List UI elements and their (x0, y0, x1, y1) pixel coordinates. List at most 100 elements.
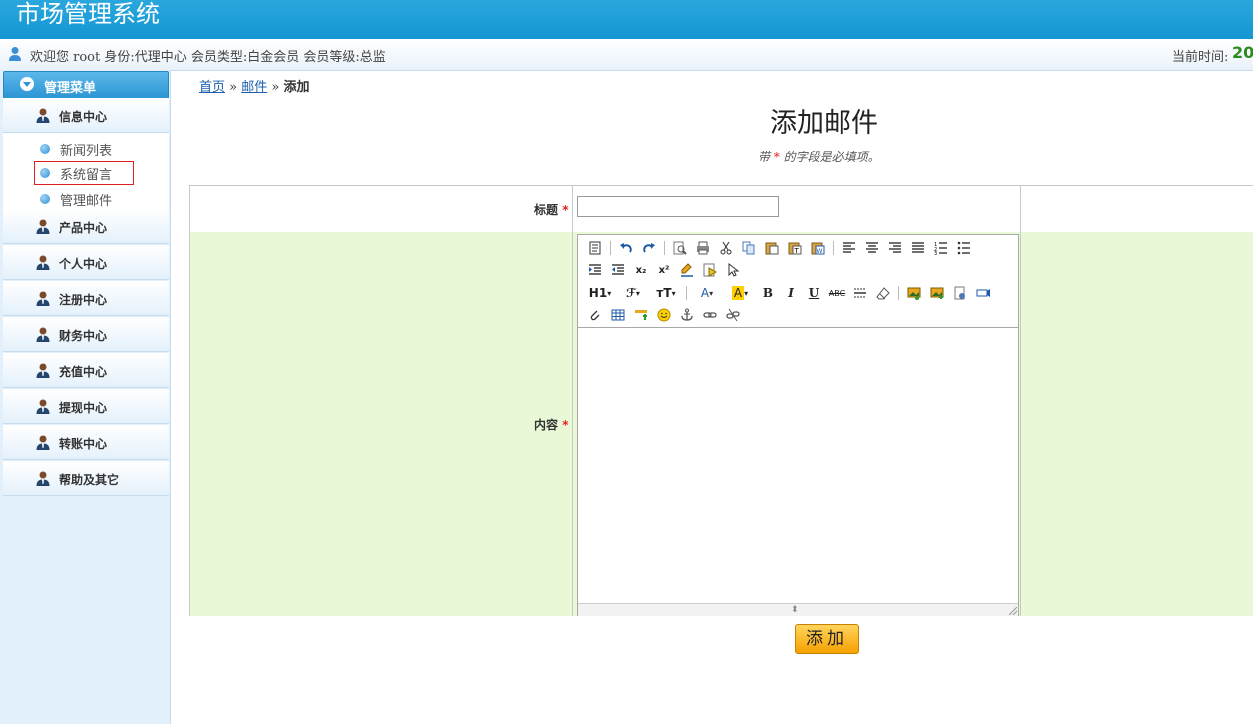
toolbar-separator (686, 286, 687, 300)
editor-resize-bar[interactable]: ⬍ (578, 603, 1018, 616)
user-icon (36, 108, 50, 123)
insert-row-icon[interactable] (632, 306, 650, 324)
dropdown-arrow-icon: ▾ (671, 288, 676, 298)
print-icon[interactable] (694, 239, 712, 257)
svg-text:T: T (794, 247, 800, 255)
welcome-text: 欢迎您 root 身份:代理中心 会员类型:白金会员 会员等级:总监 (30, 50, 386, 65)
toolbar-row (586, 304, 747, 326)
menu-header[interactable]: 管理菜单 (3, 71, 169, 99)
underline-icon[interactable]: U (805, 284, 823, 302)
user-icon (36, 255, 50, 270)
undo-icon[interactable] (617, 239, 635, 257)
submenu-item-label: 新闻列表 (60, 144, 113, 159)
preview-icon[interactable] (671, 239, 689, 257)
breadcrumb-mail-link[interactable]: 邮件 (241, 80, 267, 95)
font-dropdown[interactable]: ℱ ▾ (619, 284, 647, 302)
column-divider (1020, 186, 1021, 616)
sidebar-category-product[interactable]: 产品中心 (3, 209, 169, 244)
redo-icon[interactable] (640, 239, 658, 257)
flash-icon[interactable] (951, 284, 969, 302)
link-icon[interactable] (701, 306, 719, 324)
app-title: 市场管理系统 (16, 0, 160, 28)
cursor-icon[interactable] (724, 261, 742, 279)
paste-word-icon[interactable]: W (809, 239, 827, 257)
submenu-item-label: 管理邮件 (60, 194, 113, 209)
sidebar-category-label: 产品中心 (59, 221, 108, 235)
copy-icon[interactable] (740, 239, 758, 257)
highlight-color-label: A (731, 286, 745, 300)
hint-prefix: 带 (758, 150, 771, 164)
ordered-list-icon[interactable]: 123 (932, 239, 950, 257)
breadcrumb-current: 添加 (283, 80, 310, 95)
table-icon[interactable] (609, 306, 627, 324)
select-all-icon[interactable] (701, 261, 719, 279)
sidebar-category-info[interactable]: 信息中心 (3, 98, 169, 133)
subscript-icon[interactable]: x₂ (632, 261, 650, 279)
sidebar-category-finance[interactable]: 财务中心 (3, 317, 169, 352)
attachment-icon[interactable] (586, 306, 604, 324)
toolbar-separator (833, 241, 834, 255)
highlight-color-dropdown[interactable]: A ▾ (726, 284, 754, 302)
bullet-icon (40, 168, 50, 178)
superscript-icon[interactable]: x² (655, 261, 673, 279)
sidebar-category-help[interactable]: 帮助及其它 (3, 461, 169, 496)
title-input[interactable] (577, 196, 779, 217)
sidebar-category-personal[interactable]: 个人中心 (3, 245, 169, 280)
sidebar-category-withdraw[interactable]: 提现中心 (3, 389, 169, 424)
eraser-icon[interactable] (874, 284, 892, 302)
column-divider (572, 186, 573, 616)
clear-format-icon[interactable] (678, 261, 696, 279)
sidebar-category-recharge[interactable]: 充值中心 (3, 353, 169, 388)
image-icon[interactable] (905, 284, 923, 302)
content-label-text: 内容 (534, 418, 559, 432)
sidebar-category-label: 个人中心 (59, 257, 108, 271)
breadcrumb-separator: » (271, 80, 280, 95)
indent-icon[interactable] (586, 261, 604, 279)
required-hint: 带 * 的字段是必填项。 (758, 148, 880, 165)
bold-icon[interactable]: B (759, 284, 777, 302)
heading-dropdown[interactable]: H1 ▾ (586, 284, 614, 302)
horizontal-rule-icon[interactable] (851, 284, 869, 302)
font-color-dropdown[interactable]: A ▾ (693, 284, 721, 302)
media-icon[interactable] (974, 284, 992, 302)
anchor-icon[interactable] (678, 306, 696, 324)
align-right-icon[interactable] (886, 239, 904, 257)
sidebar-category-label: 帮助及其它 (59, 473, 120, 487)
multi-image-icon[interactable] (928, 284, 946, 302)
editor-content-area[interactable] (578, 328, 1018, 603)
italic-icon[interactable]: I (782, 284, 800, 302)
user-icon (36, 363, 50, 378)
user-icon (36, 471, 50, 486)
add-button[interactable]: 添加 (795, 624, 859, 654)
font-size-dropdown[interactable]: ᴛT ▾ (652, 284, 680, 302)
align-justify-icon[interactable] (909, 239, 927, 257)
toolbar-row: H1 ▾ ℱ ▾ ᴛT ▾ A ▾ A ▾ B I U ABC (586, 282, 997, 304)
user-icon (36, 291, 50, 306)
paste-text-icon[interactable]: T (786, 239, 804, 257)
heading-label: H1 (588, 286, 608, 300)
sidebar-category-register[interactable]: 注册中心 (3, 281, 169, 316)
unordered-list-icon[interactable] (955, 239, 973, 257)
dropdown-arrow-icon: ▾ (744, 288, 749, 298)
outdent-icon[interactable] (609, 261, 627, 279)
editor-toolbar: T W 123 x₂ x² H1 ▾ ℱ ▾ ᴛT ▾ A ▾ A ▾ B I … (578, 235, 1018, 328)
submenu-item-messages[interactable]: 系统留言 (34, 161, 134, 185)
strikethrough-icon[interactable]: ABC (828, 284, 846, 302)
user-icon (36, 399, 50, 414)
align-left-icon[interactable] (840, 239, 858, 257)
paste-icon[interactable] (763, 239, 781, 257)
sidebar-category-transfer[interactable]: 转账中心 (3, 425, 169, 460)
sidebar-category-label: 提现中心 (59, 401, 108, 415)
breadcrumb-separator: » (229, 80, 238, 95)
resize-handle-icon: ⬍ (791, 605, 799, 615)
cut-icon[interactable] (717, 239, 735, 257)
breadcrumb-home-link[interactable]: 首页 (199, 80, 225, 95)
toolbar-row: x₂ x² (586, 259, 747, 281)
emoticon-icon[interactable] (655, 306, 673, 324)
source-icon[interactable] (586, 239, 604, 257)
unlink-icon[interactable] (724, 306, 742, 324)
align-center-icon[interactable] (863, 239, 881, 257)
sidebar-category-label: 财务中心 (59, 329, 108, 343)
submenu-panel: 新闻列表 系统留言 管理邮件 (3, 133, 169, 209)
resize-corner-icon[interactable] (1009, 607, 1017, 615)
